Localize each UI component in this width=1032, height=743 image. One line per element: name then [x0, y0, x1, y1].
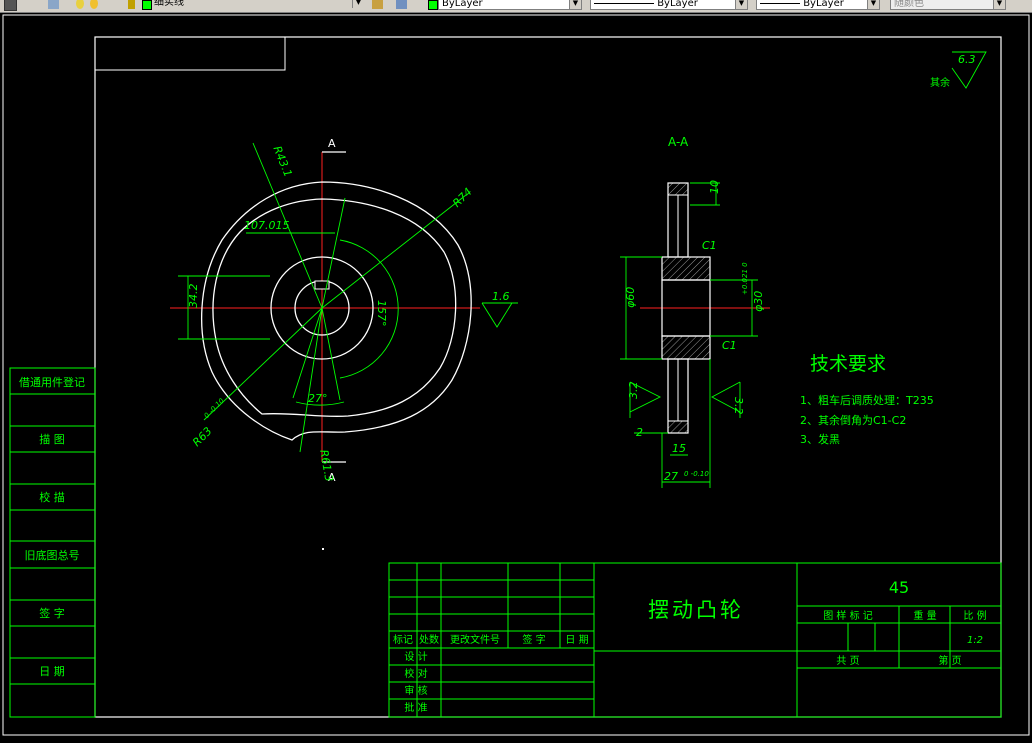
lightbulb-icon	[76, 0, 84, 9]
roughness-other: 6.3 其余	[930, 51, 987, 89]
roughness-1-6: 1.6	[492, 290, 510, 303]
side-label-old-no: 旧底图总号	[25, 548, 80, 562]
dim-phi30-tol: +0.021 0	[741, 262, 749, 295]
dim-r61: R61.3	[317, 449, 335, 483]
layer-states-icon[interactable]	[48, 0, 59, 9]
tb-header-date: 日 期	[565, 634, 588, 646]
tech-req-item-1: 1、粗车后调质处理：T235	[800, 393, 934, 407]
sun-icon	[90, 0, 98, 9]
section-title: A-A	[668, 135, 689, 149]
roughness-3-2-left: 3.2	[627, 382, 640, 400]
layer-previous-icon[interactable]	[396, 0, 407, 9]
tb-role-design: 设 计	[404, 650, 427, 663]
tb-sheet-total: 共 页	[836, 655, 859, 667]
side-label-register: 借通用件登记	[19, 375, 85, 389]
tb-role-check: 校 对	[404, 667, 427, 680]
rim-lower	[667, 420, 689, 434]
dim-r74: R74	[450, 185, 474, 209]
dim-c1-lower: C1	[722, 339, 737, 352]
tb-scale-value: 1:2	[967, 635, 983, 646]
color-swatch-icon	[142, 0, 152, 10]
lock-icon	[128, 0, 135, 9]
dim-2: 2	[636, 426, 643, 439]
hub-upper	[661, 256, 711, 281]
dim-27-deg: 27°	[308, 392, 328, 405]
roughness-3-2-right: 3.2	[732, 397, 745, 415]
color-combo[interactable]: ByLayer ▼	[438, 0, 582, 10]
dim-15: 15	[672, 442, 686, 455]
dim-r63-tol: 0 -0.10	[203, 396, 227, 420]
drawing-canvas[interactable]: 借通用件登记 描 图 校 描 旧底图总号 签 字 日 期 A A R43.1 R…	[0, 12, 1032, 743]
section-label-top: A	[328, 137, 336, 150]
roughness-6-3: 6.3	[958, 53, 976, 66]
tb-role-approve: 批 准	[404, 701, 427, 714]
cam-front-view[interactable]: A A R43.1 R74 107.015 34.2 157° 27° R63 …	[170, 137, 518, 484]
dim-107: 107.015	[244, 219, 290, 232]
dim-phi30: φ30	[752, 291, 765, 312]
lineweight-value: ByLayer	[803, 0, 844, 9]
code-box	[94, 36, 286, 71]
tech-req-item-2: 2、其余倒角为C1-C2	[800, 413, 906, 427]
tb-pattern-mark: 图 样 标 记	[823, 609, 873, 622]
make-current-icon[interactable]	[372, 0, 383, 9]
tech-req-item-3: 3、发黑	[800, 432, 840, 446]
tb-material: 45	[889, 578, 909, 597]
hub-lower	[661, 335, 711, 360]
dim-c1-upper: C1	[702, 239, 717, 252]
layer-manager-icon[interactable]	[4, 0, 17, 11]
plotstyle-value: 随颜色	[894, 0, 924, 9]
status-bar	[0, 737, 1032, 743]
plotstyle-combo[interactable]: 随颜色 ▼	[890, 0, 1006, 10]
lineweight-preview	[760, 2, 800, 4]
section-view[interactable]: A-A 10 C1 C1 φ60 φ30 +0.021 0 3.2 3.2 2 …	[620, 135, 770, 488]
layer-name: 细实线	[154, 0, 184, 8]
tb-header-sign: 签 字	[522, 633, 545, 646]
dim-27-tol: 0 -0.10	[684, 470, 709, 478]
layer-combo[interactable]: 细实线 ▼	[152, 0, 364, 10]
roughness-other-label: 其余	[930, 76, 950, 89]
dim-34-2: 34.2	[187, 284, 200, 309]
tb-weight: 重 量	[913, 609, 936, 622]
dim-phi60: φ60	[624, 287, 637, 308]
side-label-date: 日 期	[39, 665, 65, 678]
color-indicator-icon	[428, 0, 438, 10]
tb-drawing-name: 摆动凸轮	[648, 598, 744, 622]
stray-point	[322, 548, 324, 550]
side-label-trace: 描 图	[39, 432, 65, 446]
chevron-down-icon[interactable]: ▼	[735, 0, 747, 9]
tb-scale-label: 比 例	[963, 609, 986, 622]
tb-header-count: 处数	[419, 633, 439, 646]
dim-10: 10	[708, 180, 721, 194]
lineweight-combo[interactable]: ByLayer ▼	[756, 0, 880, 10]
cam-outer-profile	[201, 181, 472, 441]
side-label-sign: 签 字	[39, 606, 65, 620]
chevron-down-icon[interactable]: ▼	[352, 0, 364, 8]
chevron-down-icon[interactable]: ▼	[867, 0, 879, 9]
rim-upper	[667, 182, 689, 196]
tech-req-title: 技术要求	[810, 353, 886, 375]
side-label-check: 校 描	[39, 490, 65, 504]
dim-157-deg: 157°	[375, 300, 388, 327]
tb-role-review: 审 核	[404, 684, 427, 697]
tb-sheet-no: 第 页	[938, 654, 961, 667]
dim-27: 27	[664, 470, 678, 483]
chevron-down-icon[interactable]: ▼	[993, 0, 1005, 9]
chevron-down-icon[interactable]: ▼	[569, 0, 581, 9]
tb-header-mark: 标记	[393, 634, 413, 646]
linetype-preview	[594, 2, 654, 4]
dim-r43: R43.1	[271, 144, 295, 179]
linetype-value: ByLayer	[657, 0, 698, 9]
tb-header-change-doc: 更改文件号	[450, 633, 500, 646]
tech-requirements: 技术要求 1、粗车后调质处理：T235 2、其余倒角为C1-C2 3、发黑	[800, 353, 934, 446]
linetype-combo[interactable]: ByLayer ▼	[590, 0, 748, 10]
color-value: ByLayer	[442, 0, 483, 9]
dim-r63: R63	[190, 425, 214, 449]
